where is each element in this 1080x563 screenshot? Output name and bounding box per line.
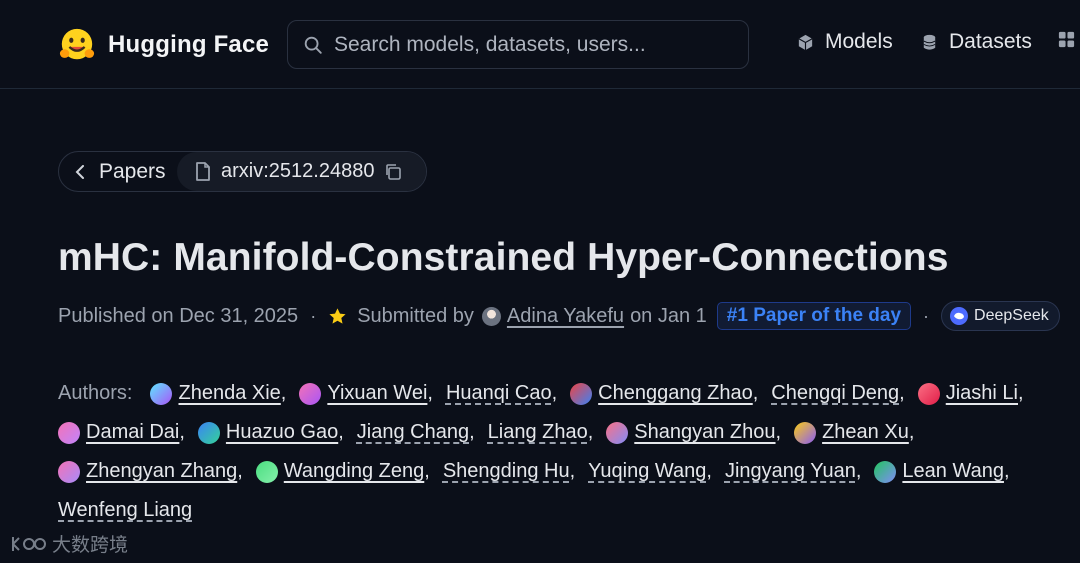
nav-datasets[interactable]: Datasets: [920, 30, 1032, 54]
author-link[interactable]: Jingyang Yuan: [725, 460, 856, 483]
author-link[interactable]: Chenggang Zhao: [570, 382, 753, 405]
author-avatar: [58, 421, 80, 444]
author-avatar: [299, 382, 322, 405]
author-avatar: [255, 460, 278, 483]
paper-id: arxiv:2512.24880: [221, 160, 375, 182]
author-link[interactable]: Jiashi Li: [917, 382, 1018, 405]
authors-row: Wenfeng Liang: [58, 491, 1058, 530]
cube-icon: [798, 34, 813, 50]
author-avatar: [150, 382, 173, 405]
author-avatar: [917, 382, 940, 405]
author-avatar: [58, 460, 80, 483]
star-icon: [329, 307, 346, 324]
paper-meta: Published on Dec 31, 2025 · Submitted by…: [58, 300, 1060, 332]
author-avatar: [606, 421, 629, 444]
author-link[interactable]: Jiang Chang: [357, 421, 469, 444]
author-avatar: [570, 382, 593, 405]
deepseek-whale-icon: [950, 307, 969, 325]
author-link[interactable]: Wenfeng Liang: [58, 499, 192, 522]
author-link[interactable]: Shengding Hu: [443, 460, 570, 483]
published-date: Published on Dec 31, 2025: [58, 304, 299, 327]
author-link[interactable]: Zhean Xu: [794, 421, 909, 444]
authors-list: Authors: Zhenda Xie, Yixuan Wei, Huanqi …: [58, 374, 1058, 530]
author-link[interactable]: Zhengyan Zhang: [58, 460, 237, 483]
nav-models-label: Models: [825, 30, 893, 53]
submitted-by-label: Submitted by: [357, 304, 474, 327]
author-avatar: [794, 421, 817, 444]
authors-label: Authors:: [58, 382, 133, 404]
breadcrumb: Papers arxiv:2512.24880: [58, 151, 427, 192]
author-link[interactable]: Chengqi Deng: [771, 382, 899, 405]
submitter-link[interactable]: Adina Yakefu: [507, 305, 624, 328]
author-avatar: [197, 421, 220, 444]
author-link[interactable]: Damai Dai: [58, 421, 179, 444]
author-link[interactable]: Liang Zhao: [488, 421, 588, 444]
author-link[interactable]: Wangding Zeng: [255, 460, 424, 483]
paper-id-chip: arxiv:2512.24880: [177, 152, 426, 191]
nav-datasets-label: Datasets: [949, 30, 1032, 53]
search-input[interactable]: [334, 32, 734, 57]
author-link[interactable]: Yixuan Wei: [299, 382, 427, 405]
watermark: 大数跨境: [10, 530, 128, 557]
author-avatar: [874, 460, 897, 483]
authors-row: Authors: Zhenda Xie, Yixuan Wei, Huanqi …: [58, 382, 1024, 405]
author-link[interactable]: Shangyan Zhou: [606, 421, 776, 444]
author-link[interactable]: Huazuo Gao: [197, 421, 338, 444]
chevron-left-icon: [75, 164, 84, 179]
org-name: DeepSeek: [974, 307, 1049, 324]
search-box[interactable]: [287, 20, 749, 69]
hugging-face-logo-icon: [59, 28, 95, 60]
paper-of-the-day-badge[interactable]: #1 Paper of the day: [716, 302, 912, 330]
document-icon: [196, 162, 210, 181]
separator-dot: ·: [923, 305, 930, 326]
back-to-papers-link[interactable]: Papers: [59, 152, 177, 191]
top-navbar: Hugging Face Models Datasets: [0, 0, 1080, 89]
search-icon: [304, 36, 322, 54]
watermark-text: 大数跨境: [52, 534, 129, 556]
author-link[interactable]: Yuqing Wang: [588, 460, 706, 483]
breadcrumb-papers-label: Papers: [99, 159, 166, 183]
paper-title: mHC: Manifold-Constrained Hyper-Connecti…: [58, 236, 949, 279]
authors-row: Zhengyan Zhang, Wangding Zeng, Shengding…: [58, 452, 1058, 491]
separator-dot: ·: [310, 305, 317, 326]
submitted-date: on Jan 1: [630, 304, 707, 327]
brand-name: Hugging Face: [108, 31, 270, 58]
nav-spaces[interactable]: [1057, 30, 1076, 49]
grid-icon: [1058, 31, 1075, 48]
author-link[interactable]: Zhenda Xie: [150, 382, 281, 405]
org-badge[interactable]: DeepSeek: [941, 301, 1060, 331]
author-link[interactable]: Huanqi Cao: [446, 382, 552, 405]
nav-models[interactable]: Models: [796, 30, 893, 54]
database-icon: [923, 34, 936, 50]
author-link[interactable]: Lean Wang: [874, 460, 1004, 483]
copy-icon[interactable]: [384, 163, 402, 181]
submitter-avatar: [481, 306, 501, 326]
brand-link[interactable]: Hugging Face: [58, 26, 269, 64]
authors-row: Damai Dai, Huazuo Gao, Jiang Chang, Lian…: [58, 413, 1058, 452]
watermark-logo-icon: [12, 536, 46, 551]
